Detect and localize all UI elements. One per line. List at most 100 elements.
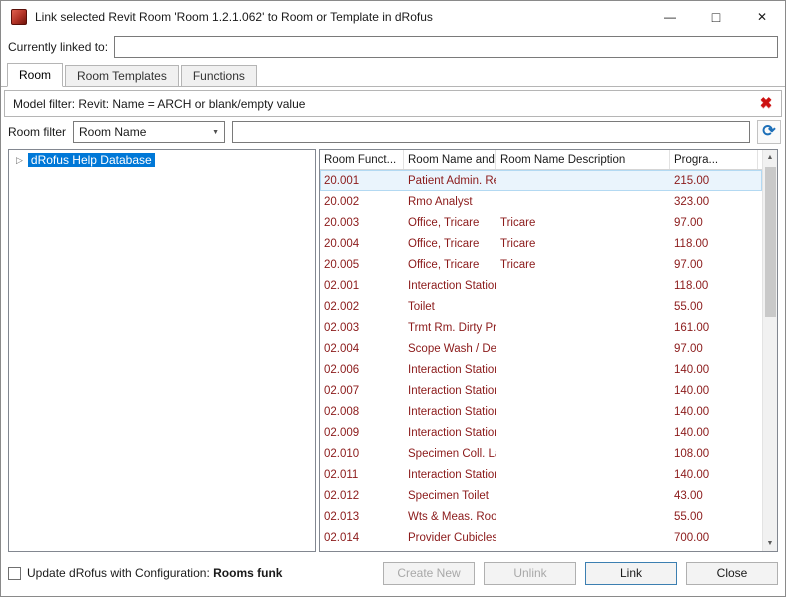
column-header-room-name[interactable]: Room Name and R...: [404, 150, 496, 169]
tab-room[interactable]: Room: [7, 63, 63, 87]
table-row[interactable]: 02.008Interaction Station 140.00: [320, 401, 762, 422]
column-header-program[interactable]: Progra...: [670, 150, 758, 169]
room-filter-search-input[interactable]: [232, 121, 750, 143]
table-cell: 02.008: [320, 406, 404, 418]
table-cell: 20.004: [320, 238, 404, 250]
model-filter-text: Model filter: Revit: Name = ARCH or blan…: [13, 97, 305, 111]
table-cell: Interaction Station: [404, 364, 496, 376]
table-cell: 140.00: [670, 385, 758, 397]
tree-node-root[interactable]: ▷ dRofus Help Database: [11, 152, 313, 168]
clear-model-filter-button[interactable]: ✖: [755, 93, 777, 115]
currently-linked-input[interactable]: [114, 36, 778, 58]
table-cell: Specimen Toilet: [404, 490, 496, 502]
table-row[interactable]: 02.002Toilet55.00: [320, 296, 762, 317]
window-controls: — □ ✕: [647, 1, 785, 33]
tab-functions[interactable]: Functions: [181, 65, 257, 86]
link-button[interactable]: Link: [585, 562, 677, 585]
tab-strip: Room Room Templates Functions: [1, 63, 785, 87]
table-row[interactable]: 02.015Toilet97.00: [320, 548, 762, 551]
update-config-label: Update dRofus with Configuration: Rooms …: [27, 566, 282, 580]
red-x-icon: ✖: [760, 96, 773, 111]
table-row[interactable]: 20.002Rmo Analyst323.00: [320, 191, 762, 212]
table-cell: 97.00: [670, 259, 758, 271]
maximize-button[interactable]: □: [693, 1, 739, 33]
room-filter-label: Room filter: [8, 125, 66, 139]
table-cell: 02.009: [320, 427, 404, 439]
room-filter-dropdown[interactable]: Room Name ▼: [73, 121, 225, 143]
table-row[interactable]: 20.001Patient Admin. Rec...215.00: [320, 170, 762, 191]
table-row[interactable]: 02.010Specimen Coll. Lab108.00: [320, 443, 762, 464]
table-cell: Interaction Station: [404, 406, 496, 418]
table-cell: Tricare: [496, 217, 670, 229]
table-row[interactable]: 02.011Interaction Station140.00: [320, 464, 762, 485]
table-cell: Trmt Rm. Dirty Proc.: [404, 322, 496, 334]
config-name: Rooms funk: [213, 566, 282, 580]
column-header-room-function[interactable]: Room Funct...: [320, 150, 404, 169]
unlink-button[interactable]: Unlink: [484, 562, 576, 585]
database-tree-panel: ▷ dRofus Help Database: [8, 149, 316, 552]
table-cell: 97.00: [670, 343, 758, 355]
table-cell: 161.00: [670, 322, 758, 334]
table-row[interactable]: 02.012Specimen Toilet43.00: [320, 485, 762, 506]
table-cell: Patient Admin. Rec...: [404, 175, 496, 187]
table-row[interactable]: 20.005Office, TricareTricare97.00: [320, 254, 762, 275]
table-row[interactable]: 02.007Interaction Station 140.00: [320, 380, 762, 401]
window-title: Link selected Revit Room 'Room 1.2.1.062…: [35, 10, 433, 24]
table-row[interactable]: 02.013Wts & Meas. Room55.00: [320, 506, 762, 527]
refresh-button[interactable]: ⟳: [757, 120, 781, 144]
update-config-checkbox[interactable]: [8, 567, 21, 580]
link-room-dialog: Link selected Revit Room 'Room 1.2.1.062…: [0, 0, 786, 597]
minimize-button[interactable]: —: [647, 1, 693, 33]
create-new-button[interactable]: Create New: [383, 562, 475, 585]
dropdown-selected-value: Room Name: [79, 125, 146, 139]
table-cell: 140.00: [670, 469, 758, 481]
vertical-scrollbar[interactable]: ▲ ▼: [762, 150, 777, 551]
table-row[interactable]: 02.006Interaction Station 140.00: [320, 359, 762, 380]
table-cell: 02.006: [320, 364, 404, 376]
table-row[interactable]: 02.001Interaction Station118.00: [320, 275, 762, 296]
refresh-icon: ⟳: [762, 124, 775, 140]
close-dialog-button[interactable]: Close: [686, 562, 778, 585]
table-cell: Interaction Station: [404, 469, 496, 481]
table-cell: 55.00: [670, 511, 758, 523]
room-table-body: 20.001Patient Admin. Rec...215.0020.002R…: [320, 170, 762, 551]
table-cell: Wts & Meas. Room: [404, 511, 496, 523]
table-cell: Interaction Station: [404, 385, 496, 397]
table-row[interactable]: 20.003Office, TricareTricare97.00: [320, 212, 762, 233]
table-cell: 02.014: [320, 532, 404, 544]
column-header-room-name-description[interactable]: Room Name Description: [496, 150, 670, 169]
table-cell: Office, Tricare: [404, 238, 496, 250]
table-cell: 02.002: [320, 301, 404, 313]
footer-buttons: Create New Unlink Link Close: [383, 562, 778, 585]
scroll-up-icon[interactable]: ▲: [763, 150, 778, 165]
table-cell: 02.012: [320, 490, 404, 502]
table-cell: Specimen Coll. Lab: [404, 448, 496, 460]
update-config-text: Update dRofus with Configuration:: [27, 566, 210, 580]
scroll-thumb[interactable]: [765, 167, 776, 317]
tree-expander-icon[interactable]: ▷: [16, 156, 23, 165]
app-icon: [11, 9, 27, 25]
table-cell: 02.001: [320, 280, 404, 292]
table-cell: 55.00: [670, 301, 758, 313]
table-cell: 02.007: [320, 385, 404, 397]
table-cell: 140.00: [670, 364, 758, 376]
table-cell: 20.002: [320, 196, 404, 208]
table-cell: 140.00: [670, 406, 758, 418]
table-cell: Tricare: [496, 259, 670, 271]
table-cell: 02.004: [320, 343, 404, 355]
table-row[interactable]: 20.004Office, TricareTricare118.00: [320, 233, 762, 254]
table-cell: 02.010: [320, 448, 404, 460]
table-cell: Office, Tricare: [404, 217, 496, 229]
table-cell: Office, Tricare: [404, 259, 496, 271]
table-row[interactable]: 02.014Provider Cubicles700.00: [320, 527, 762, 548]
table-row[interactable]: 02.003Trmt Rm. Dirty Proc.161.00: [320, 317, 762, 338]
table-row[interactable]: 02.004Scope Wash / Dec...97.00: [320, 338, 762, 359]
table-row[interactable]: 02.009Interaction Station140.00: [320, 422, 762, 443]
room-table-panel: Room Funct... Room Name and R... Room Na…: [319, 149, 778, 552]
tab-room-templates[interactable]: Room Templates: [65, 65, 179, 86]
close-button[interactable]: ✕: [739, 1, 785, 33]
title-bar: Link selected Revit Room 'Room 1.2.1.062…: [1, 1, 785, 33]
table-cell: Interaction Station: [404, 427, 496, 439]
room-table: Room Funct... Room Name and R... Room Na…: [320, 150, 762, 551]
scroll-down-icon[interactable]: ▼: [763, 536, 778, 551]
